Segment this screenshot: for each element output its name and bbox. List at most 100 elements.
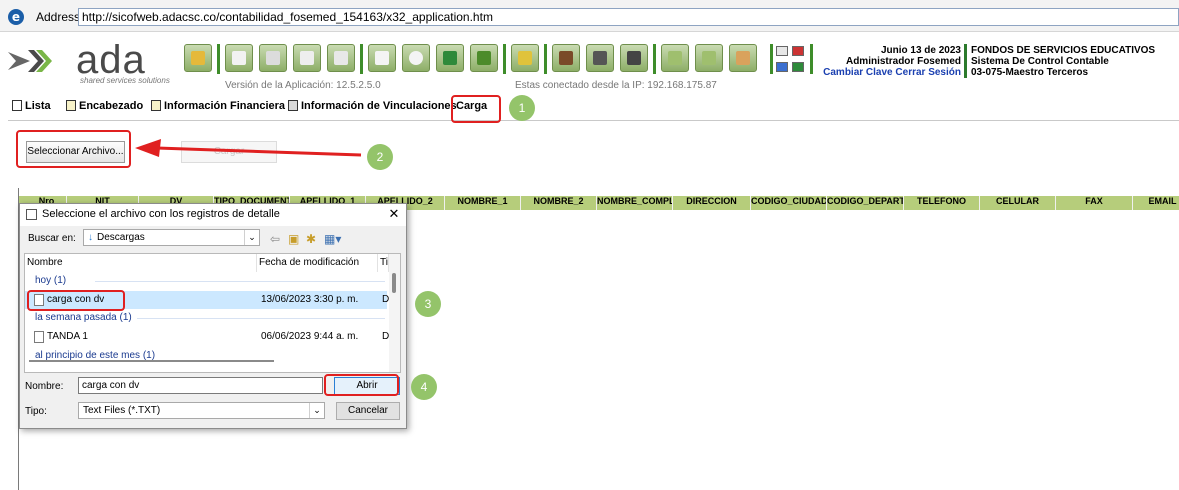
basket-icon[interactable] [470, 44, 498, 72]
callout-box-open [324, 374, 399, 396]
toolbar [180, 44, 765, 80]
mini-flag-icon[interactable] [792, 46, 804, 56]
col-codigo-departamento[interactable]: CODIGO_DEPARTAMENTO [827, 196, 904, 210]
address-bar: e Address: http://sicofweb.adacsc.co/con… [0, 0, 1179, 32]
tab-informacion-vinculaciones[interactable]: Información de Vinculaciones [288, 100, 457, 120]
group-divider [137, 318, 385, 319]
step-badge-4: 4 [411, 374, 437, 400]
view-menu-icon[interactable]: ▦▾ [324, 232, 341, 246]
text-file-icon [34, 331, 44, 343]
col-direccion[interactable]: DIRECCION [673, 196, 751, 210]
search-icon[interactable] [402, 44, 430, 72]
toolbar-separator [360, 44, 363, 74]
tab-divider [8, 120, 1179, 121]
close-icon[interactable]: ✕ [386, 206, 402, 222]
mini-keyboard-icon[interactable] [776, 46, 788, 56]
grid-icon[interactable] [620, 44, 648, 72]
print-icon[interactable] [368, 44, 396, 72]
logo: ada shared services solutions [6, 38, 176, 88]
tab-informacion-financiera[interactable]: Información Financiera [151, 100, 285, 120]
col-telefono[interactable]: TELEFONO [904, 196, 980, 210]
version-text: Versión de la Aplicación: 12.5.2.5.0 [225, 80, 381, 91]
file-name-input[interactable]: carga con dv [78, 377, 323, 394]
window-icon [26, 209, 37, 220]
money-icon[interactable] [552, 44, 580, 72]
session-info: Junio 13 de 2023 Administrador Fosemed C… [818, 45, 961, 78]
module-name: 03-075-Maestro Terceros [971, 67, 1089, 78]
vertical-scrollbar[interactable] [389, 254, 400, 372]
file-name: TANDA 1 [47, 331, 88, 342]
scroll-thumb[interactable] [392, 273, 396, 293]
change-password-link[interactable]: Cambiar Clave [823, 67, 892, 78]
address-input[interactable]: http://sicofweb.adacsc.co/contabilidad_f… [78, 8, 1179, 26]
file-type-select[interactable]: Text Files (*.TXT) ⌄ [78, 402, 325, 419]
logo-subtitle: shared services solutions [80, 76, 170, 85]
cancel-button[interactable]: Cancelar [336, 402, 400, 420]
delete-icon[interactable] [293, 44, 321, 72]
toolbar-separator [770, 44, 773, 74]
list-icon [12, 100, 22, 111]
list-item[interactable]: TANDA 1 06/06/2023 9:44 a. m. D [25, 328, 389, 346]
lock-icon[interactable] [511, 44, 539, 72]
col-email[interactable]: EMAIL [1133, 196, 1179, 210]
dialog-title: Seleccione el archivo con los registros … [42, 208, 280, 220]
column-header-type[interactable]: Ti [378, 254, 389, 272]
look-in-label: Buscar en: [28, 233, 76, 244]
callout-box-carga [451, 95, 501, 123]
mini-sheet-icon[interactable] [792, 62, 804, 72]
back-icon[interactable]: ⇦ [270, 232, 280, 246]
toolbar-separator [503, 44, 506, 74]
mini-doc-icon[interactable] [776, 62, 788, 72]
group-this-month: al principio de este mes (1) [35, 350, 156, 360]
group-divider [95, 281, 385, 282]
entity-name: FONDOS DE SERVICIOS EDUCATIVOS [971, 45, 1156, 56]
col-celular[interactable]: CELULAR [980, 196, 1056, 210]
select-file-button[interactable]: Seleccionar Archivo... [26, 141, 125, 163]
col-nombre-completo[interactable]: NOMBRE_COMPLETO [597, 196, 673, 210]
new-folder-icon[interactable]: ✱ [306, 232, 316, 246]
horizontal-scroll-thumb[interactable] [29, 360, 274, 362]
save-icon[interactable] [259, 44, 287, 72]
toolbar-separator [544, 44, 547, 74]
up-folder-icon[interactable]: ▣ [288, 232, 299, 246]
column-header-name[interactable]: Nombre [25, 254, 257, 272]
file-date: 06/06/2023 9:44 a. m. [261, 331, 359, 342]
file-type-label: Tipo: [25, 406, 47, 417]
col-fax[interactable]: FAX [1056, 196, 1133, 210]
header-icon [66, 100, 76, 111]
toolbar-separator [810, 44, 813, 74]
add-icon[interactable] [225, 44, 253, 72]
cart-icon[interactable] [661, 44, 689, 72]
callout-arrow-icon [135, 139, 362, 157]
info-separator [964, 44, 967, 78]
column-header-modified[interactable]: Fecha de modificación [257, 254, 378, 272]
file-date: 13/06/2023 3:30 p. m. [261, 294, 359, 305]
people-icon[interactable] [729, 44, 757, 72]
system-name: Sistema De Control Contable [971, 56, 1109, 67]
col-nombre-1[interactable]: NOMBRE_1 [445, 196, 521, 210]
col-codigo-ciudad[interactable]: CODIGO_CIUDAD [751, 196, 827, 210]
chevron-down-icon: ⌄ [309, 403, 324, 418]
callout-box-file [27, 290, 125, 311]
download-icon: ↓ [88, 232, 93, 243]
camera-icon[interactable] [586, 44, 614, 72]
file-list: Nombre Fecha de modificación Ti hoy (1) … [24, 253, 401, 373]
home-icon[interactable] [695, 44, 723, 72]
toolbar-separator [217, 44, 220, 74]
logo-mark-icon [8, 50, 52, 72]
step-badge-2: 2 [367, 144, 393, 170]
logout-link[interactable]: Cerrar Sesión [895, 67, 961, 78]
tab-encabezado[interactable]: Encabezado [66, 100, 143, 120]
chevron-down-icon: ⌄ [244, 230, 259, 245]
step-badge-1: 1 [509, 95, 535, 121]
session-date: Junio 13 de 2023 [880, 45, 961, 56]
undo-icon[interactable] [327, 44, 355, 72]
col-nombre-2[interactable]: NOMBRE_2 [521, 196, 597, 210]
group-last-week: la semana pasada (1) [35, 312, 132, 323]
session-user: Administrador Fosemed [845, 56, 961, 67]
address-label: Address: [36, 10, 84, 24]
folder-icon[interactable] [184, 44, 212, 72]
tab-lista[interactable]: Lista [12, 100, 51, 120]
look-in-select[interactable]: ↓ Descargas ⌄ [83, 229, 260, 246]
excel-icon[interactable] [436, 44, 464, 72]
